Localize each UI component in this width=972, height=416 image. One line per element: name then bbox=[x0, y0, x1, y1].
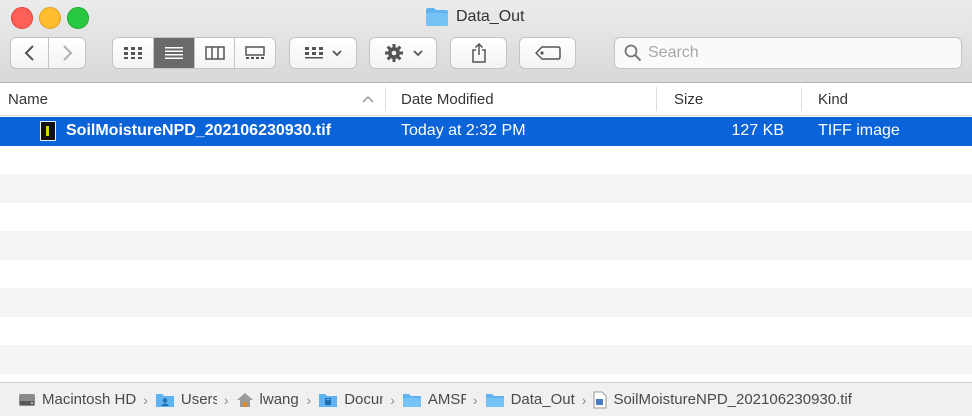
zoom-button[interactable] bbox=[67, 7, 89, 29]
chevron-down-icon bbox=[331, 50, 342, 57]
file-name-cell: SoilMoistureNPD_202106230930.tif bbox=[40, 117, 331, 146]
tiff-file-icon bbox=[593, 391, 607, 408]
empty-row bbox=[0, 317, 972, 346]
close-button[interactable] bbox=[11, 7, 33, 29]
path-item-label: Macintosh HD bbox=[42, 391, 137, 408]
empty-row bbox=[0, 288, 972, 317]
gear-icon bbox=[384, 44, 403, 62]
finder-window: Data_Out Search Name Date Modified Size … bbox=[0, 0, 972, 416]
chevron-right-icon bbox=[63, 45, 73, 61]
column-header-name[interactable]: Name bbox=[8, 83, 384, 115]
path-item-label: Users bbox=[180, 391, 217, 408]
column-header-size[interactable]: Size bbox=[674, 83, 800, 115]
folder-icon bbox=[402, 393, 421, 407]
chevron-right-icon: › bbox=[306, 391, 312, 408]
tag-icon bbox=[534, 46, 561, 60]
window-title: Data_Out bbox=[425, 6, 524, 28]
back-button[interactable] bbox=[11, 38, 48, 68]
users-folder-icon bbox=[155, 393, 174, 407]
icon-view-button[interactable] bbox=[113, 38, 153, 68]
file-size: 127 KB bbox=[731, 122, 784, 140]
column-view-button[interactable] bbox=[193, 38, 235, 68]
hard-drive-icon bbox=[19, 393, 35, 406]
path-item-users[interactable]: Users bbox=[155, 391, 217, 408]
chevron-right-icon: › bbox=[581, 391, 587, 408]
titlebar: Data_Out bbox=[0, 0, 972, 83]
folder-icon bbox=[426, 8, 448, 26]
column-header-label: Date Modified bbox=[401, 90, 494, 108]
path-item-label: AMSR bbox=[427, 391, 466, 408]
column-header-label: Size bbox=[674, 90, 704, 108]
tiff-file-icon bbox=[40, 121, 56, 142]
path-item-label: SoilMoistureNPD_202106230930.tif bbox=[613, 391, 852, 408]
gallery-view-button[interactable] bbox=[234, 38, 275, 68]
file-size-cell: 127 KB bbox=[674, 117, 784, 146]
chevron-right-icon: › bbox=[223, 391, 229, 408]
path-bar: Macintosh HD › Users › lwang › Documents… bbox=[0, 382, 972, 416]
chevron-down-icon bbox=[412, 50, 423, 57]
chevron-right-icon: › bbox=[390, 391, 395, 408]
column-divider[interactable] bbox=[385, 87, 386, 111]
path-item-label: Data_Out bbox=[510, 391, 575, 408]
columns-icon bbox=[204, 46, 225, 60]
navigation-group bbox=[10, 37, 86, 69]
file-kind-cell: TIFF image bbox=[818, 117, 900, 146]
grid-icon bbox=[304, 47, 323, 59]
empty-row bbox=[0, 174, 972, 203]
file-name: SoilMoistureNPD_202106230930.tif bbox=[66, 122, 332, 140]
sort-ascending-icon bbox=[362, 95, 374, 103]
column-header-date-modified[interactable]: Date Modified bbox=[401, 83, 655, 115]
path-item-documents[interactable]: Documents bbox=[318, 391, 383, 408]
path-item-home[interactable]: lwang bbox=[236, 391, 300, 408]
share-icon bbox=[471, 43, 486, 63]
empty-row bbox=[0, 203, 972, 232]
path-item-file[interactable]: SoilMoistureNPD_202106230930.tif bbox=[593, 391, 852, 409]
forward-button[interactable] bbox=[48, 38, 85, 68]
search-input[interactable] bbox=[648, 44, 948, 62]
search-icon bbox=[624, 44, 642, 62]
empty-row bbox=[0, 260, 972, 289]
window-title-text: Data_Out bbox=[456, 8, 525, 25]
file-row[interactable]: SoilMoistureNPD_202106230930.tif Today a… bbox=[0, 117, 972, 146]
column-divider[interactable] bbox=[656, 87, 657, 111]
column-header-kind[interactable]: Kind bbox=[818, 83, 968, 115]
group-by-button[interactable] bbox=[289, 37, 357, 69]
path-item-macintosh-hd[interactable]: Macintosh HD bbox=[18, 391, 136, 408]
action-button[interactable] bbox=[369, 37, 437, 69]
chevron-right-icon: › bbox=[472, 391, 478, 408]
column-divider[interactable] bbox=[801, 87, 802, 111]
chevron-left-icon bbox=[24, 45, 34, 61]
file-date-cell: Today at 2:32 PM bbox=[401, 117, 526, 146]
path-item-amsr[interactable]: AMSR bbox=[402, 391, 466, 408]
empty-row bbox=[0, 231, 972, 260]
view-mode-control bbox=[112, 37, 276, 69]
tags-button[interactable] bbox=[519, 37, 576, 69]
file-date-modified: Today at 2:32 PM bbox=[401, 122, 526, 140]
file-kind: TIFF image bbox=[818, 122, 900, 140]
path-item-label: Documents bbox=[344, 391, 383, 408]
file-list: SoilMoistureNPD_202106230930.tif Today a… bbox=[0, 117, 972, 381]
path-item-label: lwang bbox=[259, 391, 299, 408]
empty-row bbox=[0, 374, 972, 382]
home-icon bbox=[236, 392, 253, 407]
documents-folder-icon bbox=[319, 393, 338, 407]
share-button[interactable] bbox=[450, 37, 507, 69]
column-header-label: Kind bbox=[818, 90, 849, 108]
empty-row bbox=[0, 146, 972, 175]
empty-row bbox=[0, 345, 972, 374]
gallery-icon bbox=[245, 46, 265, 59]
chevron-right-icon: › bbox=[143, 391, 148, 408]
folder-icon bbox=[485, 393, 504, 407]
list-icon bbox=[165, 47, 184, 59]
search-field[interactable] bbox=[614, 37, 962, 69]
list-view-button[interactable] bbox=[153, 38, 194, 68]
column-headers: Name Date Modified Size Kind bbox=[0, 83, 972, 116]
minimize-button[interactable] bbox=[39, 7, 61, 29]
path-item-data-out[interactable]: Data_Out bbox=[485, 391, 575, 408]
column-header-label: Name bbox=[8, 90, 49, 108]
grid-icon bbox=[124, 47, 143, 59]
